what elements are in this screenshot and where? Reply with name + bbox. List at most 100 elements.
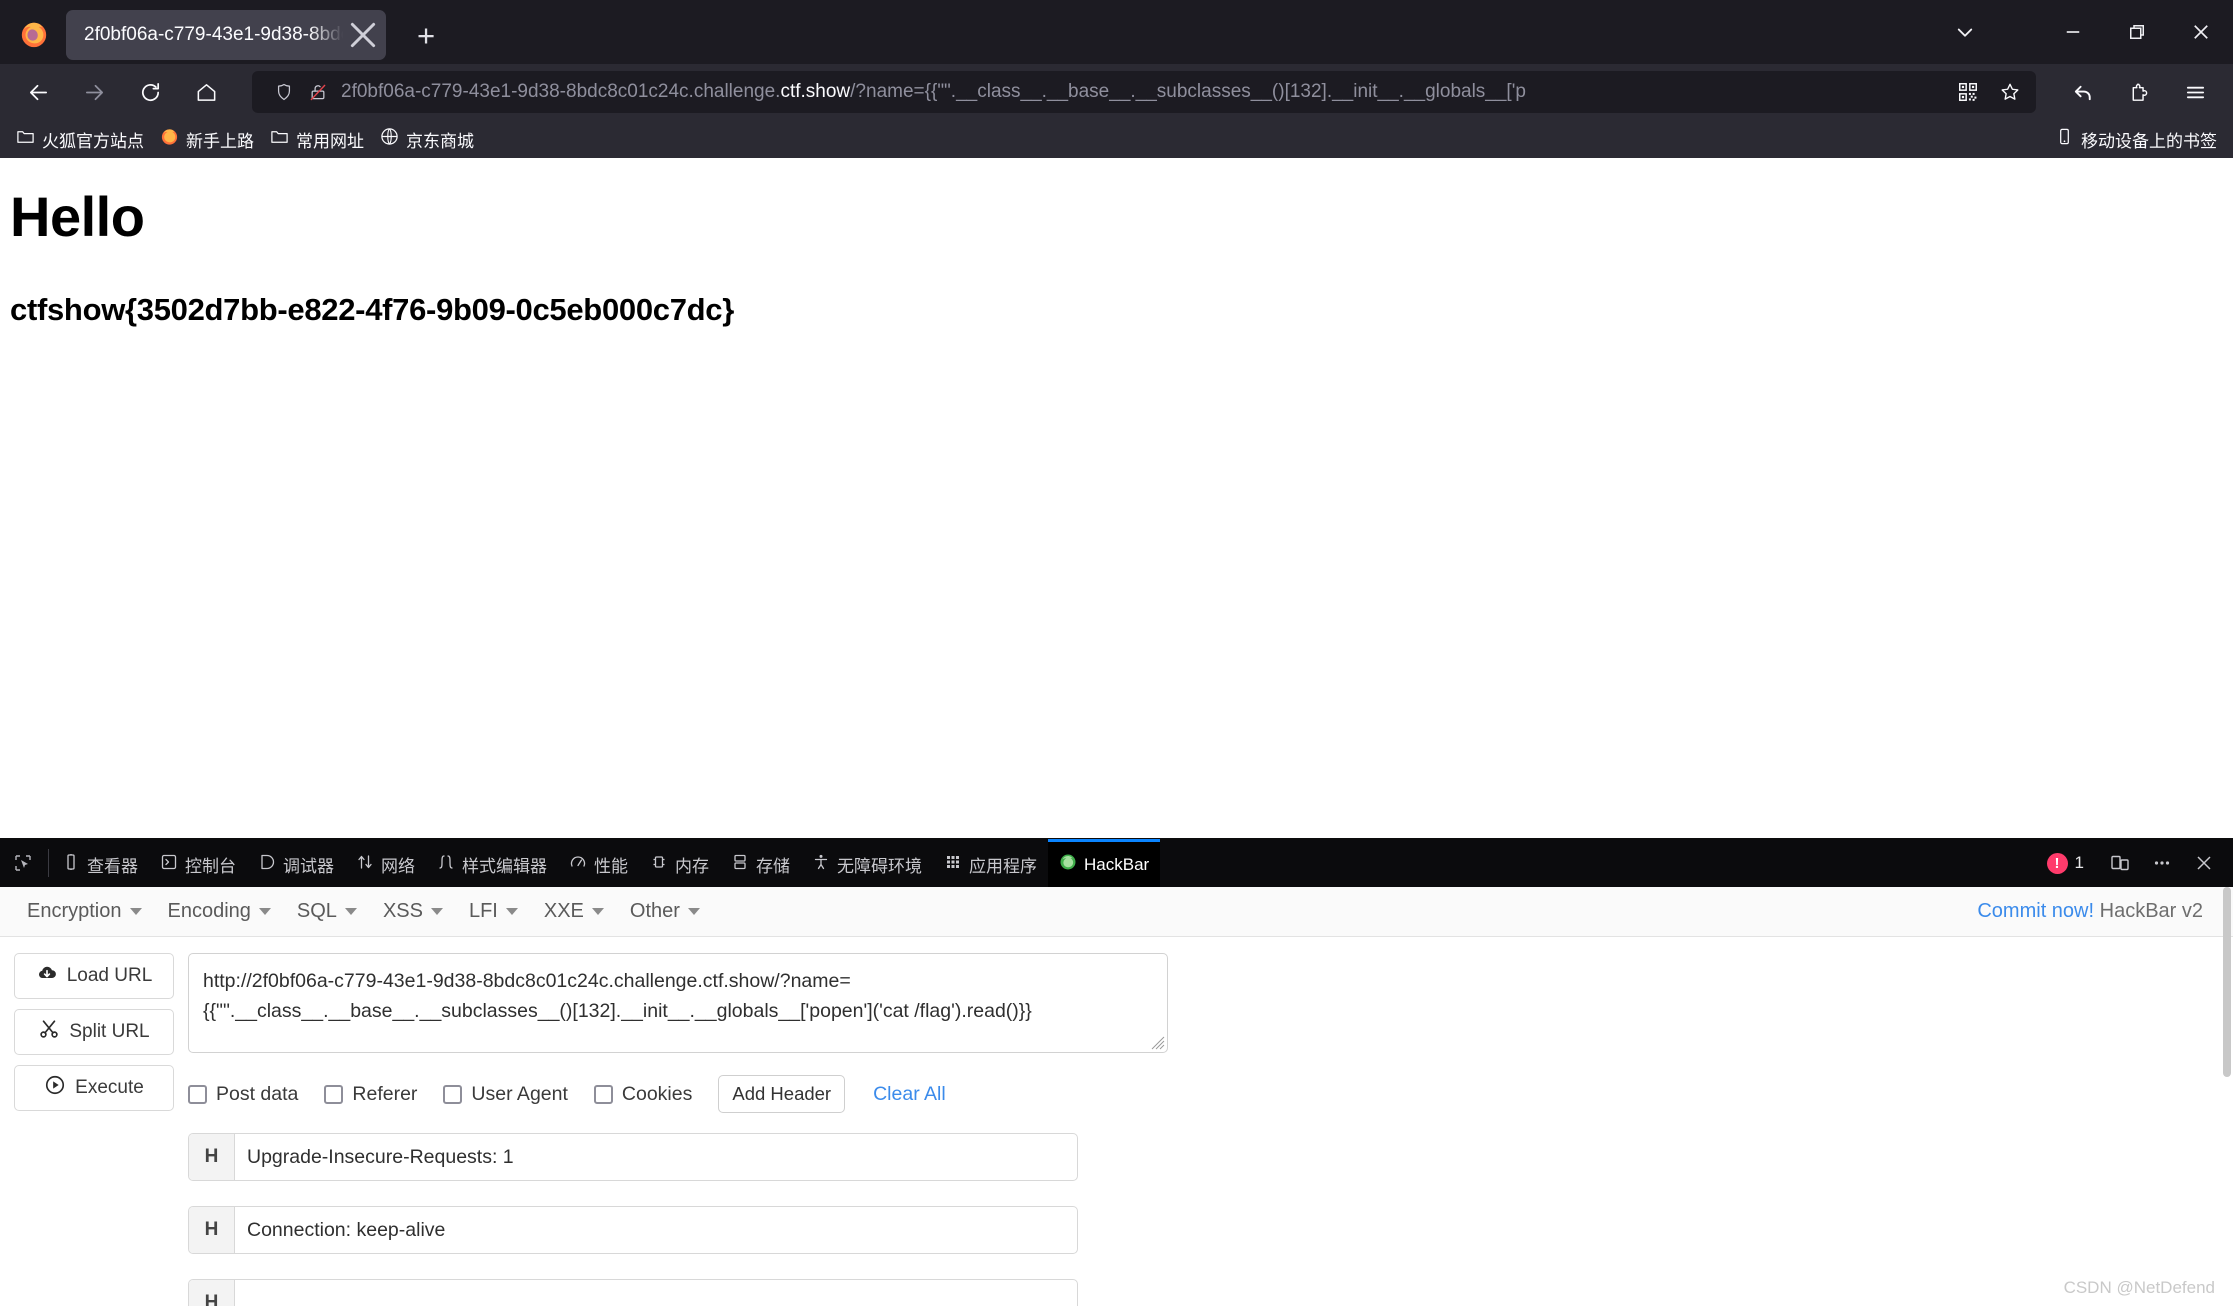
puzzle-piece-icon[interactable] [2116, 69, 2162, 115]
hackbar-menu-encryption[interactable]: Encryption [14, 896, 155, 927]
back-arrow-icon[interactable] [15, 69, 61, 115]
menu-label: LFI [468, 900, 498, 922]
devtools-tabbar-spacer [1160, 839, 2036, 887]
reload-icon[interactable] [127, 69, 173, 115]
add-header-button[interactable]: Add Header [718, 1075, 846, 1113]
bookmark-item-0[interactable]: 火狐官方站点 [8, 123, 152, 156]
devtools-tab-bar: 查看器 控制台 调试器 网络 样式编辑器 性能 内存 存储 无障碍环境 应用程序… [0, 839, 2233, 887]
split-url-button[interactable]: Split URL [14, 1009, 174, 1055]
load-url-button[interactable]: Load URL [14, 953, 174, 999]
hackbar-scrollbar[interactable] [2223, 887, 2231, 1077]
window-controls [1933, 0, 2233, 64]
element-picker-icon[interactable] [0, 839, 46, 887]
hackbar-menu-lfi[interactable]: LFI [456, 896, 531, 927]
hackbar-options-row: Post data Referer User Agent Cookies Add… [188, 1075, 2219, 1113]
page-flag-text: ctfshow{3502d7bb-e822-4f76-9b09-0c5eb000… [10, 291, 734, 327]
url-bar-actions [1945, 73, 2029, 111]
hackbar-menu-xss[interactable]: XSS [370, 896, 456, 927]
devtools-tab-hackbar[interactable]: HackBar [1048, 839, 1161, 887]
devtools-tab-label: 应用程序 [969, 857, 1037, 876]
user-agent-checkbox[interactable]: User Agent [443, 1083, 568, 1106]
hackbar-menu-xxe[interactable]: XXE [531, 896, 617, 927]
error-badge-icon: ! [2046, 852, 2068, 874]
url-input[interactable] [188, 953, 1168, 1053]
bookmark-item-3[interactable]: 京东商城 [372, 123, 482, 156]
devtools-tab-style-editor[interactable]: 样式编辑器 [426, 839, 558, 887]
new-tab-button[interactable]: + [404, 14, 448, 58]
forward-arrow-icon[interactable] [71, 69, 117, 115]
tab-list-chevron-down-icon[interactable] [1933, 0, 1997, 64]
menu-label: XXE [543, 900, 584, 922]
header-row[interactable]: H Connection: keep-alive [188, 1206, 1078, 1254]
network-icon [356, 853, 374, 876]
url-prefix: 2f0bf06a-c779-43e1-9d38-8bdc8c01c24c.cha… [341, 81, 781, 102]
browser-tab[interactable]: 2f0bf06a-c779-43e1-9d38-8bdc8 [66, 10, 386, 60]
chevron-down-icon [430, 908, 443, 915]
devtools-tab-performance[interactable]: 性能 [558, 839, 639, 887]
hackbar-main-column: Post data Referer User Agent Cookies A [174, 953, 2219, 1306]
inspector-icon [62, 853, 80, 876]
firefox-logo-icon [160, 127, 179, 151]
minimize-icon[interactable] [2041, 0, 2105, 64]
header-value-input[interactable]: Upgrade-Insecure-Requests: 1 [235, 1134, 1077, 1180]
header-value-input[interactable] [235, 1280, 1077, 1306]
storage-icon [731, 853, 749, 876]
checkbox-label: Post data [216, 1082, 299, 1105]
devtools-tab-storage[interactable]: 存储 [720, 839, 801, 887]
devtools-tab-accessibility[interactable]: 无障碍环境 [801, 839, 933, 887]
checkbox-box[interactable] [593, 1084, 613, 1104]
referer-checkbox[interactable]: Referer [324, 1083, 417, 1106]
hamburger-menu-icon[interactable] [2172, 69, 2218, 115]
hackbar-menu-encoding[interactable]: Encoding [155, 896, 284, 927]
star-icon[interactable] [1991, 73, 2029, 111]
execute-button[interactable]: Execute [14, 1065, 174, 1111]
devtools-tab-debugger[interactable]: 调试器 [247, 839, 345, 887]
restore-icon[interactable] [2105, 0, 2169, 64]
devtools-tab-network[interactable]: 网络 [345, 839, 426, 887]
devtools-tab-memory[interactable]: 内存 [639, 839, 720, 887]
devtools-tab-label: 网络 [381, 857, 415, 876]
checkbox-label: Cookies [621, 1082, 693, 1105]
page-content: Hello ctfshow{3502d7bb-e822-4f76-9b09-0c… [0, 158, 2233, 838]
devtools-tab-label: 样式编辑器 [462, 857, 547, 876]
tab-title: 2f0bf06a-c779-43e1-9d38-8bdc8 [84, 24, 346, 45]
menu-label: Other [629, 900, 680, 922]
hackbar-version-label: HackBar v2 [2099, 900, 2203, 922]
bookmark-item-2[interactable]: 常用网址 [262, 123, 372, 156]
header-row[interactable]: H Upgrade-Insecure-Requests: 1 [188, 1133, 1078, 1181]
error-count-badge[interactable]: ! 1 [2037, 852, 2094, 874]
hackbar-menu-sql[interactable]: SQL [284, 896, 370, 927]
home-icon[interactable] [183, 69, 229, 115]
devtools-tab-console[interactable]: 控制台 [149, 839, 247, 887]
checkbox-box[interactable] [188, 1084, 207, 1104]
devtools-tab-application[interactable]: 应用程序 [933, 839, 1048, 887]
qr-code-icon[interactable] [1949, 73, 1987, 111]
mobile-phone-icon [2055, 127, 2074, 151]
checkbox-box[interactable] [324, 1084, 344, 1104]
header-value-input[interactable]: Connection: keep-alive [235, 1207, 1077, 1253]
hackbar-menu-other[interactable]: Other [617, 896, 713, 927]
meatball-menu-icon[interactable] [2141, 842, 2183, 884]
checkbox-box[interactable] [443, 1084, 463, 1104]
url-bar[interactable]: 2f0bf06a-c779-43e1-9d38-8bdc8c01c24c.cha… [252, 71, 2036, 113]
bookmark-item-mobile[interactable]: 移动设备上的书签 [2047, 123, 2225, 156]
devtools-close-icon[interactable] [2183, 842, 2225, 884]
devtools-tab-inspector[interactable]: 查看器 [51, 839, 149, 887]
clear-all-link[interactable]: Clear All [873, 1083, 946, 1106]
post-data-checkbox[interactable]: Post data [188, 1083, 298, 1106]
undo-arrow-icon[interactable] [2060, 69, 2106, 115]
bookmark-item-1[interactable]: 新手上路 [152, 123, 262, 156]
header-row[interactable]: H [188, 1279, 1078, 1306]
lock-broken-icon[interactable] [301, 75, 335, 109]
commit-now-link[interactable]: Commit now! [1977, 900, 2094, 922]
header-type-badge: H [189, 1280, 235, 1306]
shield-icon[interactable] [267, 75, 301, 109]
tab-close-icon[interactable] [346, 18, 380, 52]
navigation-toolbar: 2f0bf06a-c779-43e1-9d38-8bdc8c01c24c.cha… [0, 64, 2233, 120]
close-icon[interactable] [2169, 0, 2233, 64]
url-text[interactable]: 2f0bf06a-c779-43e1-9d38-8bdc8c01c24c.cha… [335, 81, 1945, 103]
cookies-checkbox[interactable]: Cookies [593, 1082, 693, 1106]
chevron-down-icon [505, 908, 518, 915]
application-icon [944, 853, 962, 876]
responsive-design-mode-icon[interactable] [2099, 842, 2141, 884]
